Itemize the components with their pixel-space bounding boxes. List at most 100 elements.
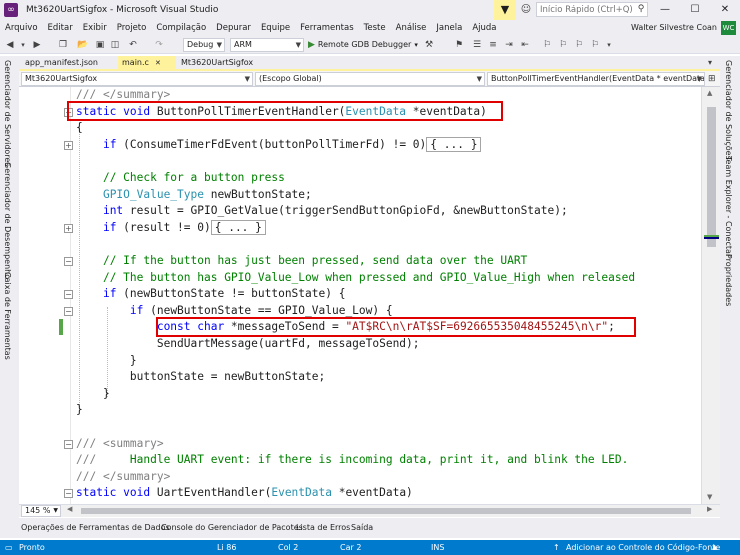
indent-icon[interactable]: ⇥	[502, 37, 516, 53]
tab-solution-explorer[interactable]: Gerenciador de Soluções	[724, 60, 733, 160]
nav-bookmark-icon[interactable]: ⚐	[540, 37, 554, 53]
attach-icon[interactable]: ⚒	[422, 37, 436, 53]
menu-depurar[interactable]: Depurar	[211, 20, 256, 36]
config-select[interactable]: Debug ▼	[183, 38, 225, 52]
bookmark-icon[interactable]: ⚑	[452, 37, 466, 53]
zoom-select[interactable]: 145 % ▼	[21, 505, 61, 517]
config-value: Debug	[187, 40, 214, 49]
collapse-icon[interactable]: −	[64, 439, 73, 449]
member-dropdown[interactable]: ButtonPollTimerEventHandler(EventData * …	[487, 72, 705, 86]
minimize-icon[interactable]: —	[650, 0, 680, 20]
scroll-thumb[interactable]	[81, 508, 691, 514]
back-icon[interactable]: ◀	[3, 37, 17, 53]
tab-app-manifest[interactable]: app_manifest.json	[21, 56, 117, 69]
save-icon[interactable]: ▣	[93, 37, 107, 53]
collapsed-region[interactable]: { ... }	[210, 219, 266, 235]
source-control-button[interactable]: Adicionar ao Controle do Código-Fonte	[566, 540, 720, 555]
doc-comment: ///	[76, 469, 97, 483]
feedback-icon[interactable]: ☺	[519, 0, 533, 20]
menu-ajuda[interactable]: Ajuda	[467, 20, 501, 36]
tab-label: Mt3620UartSigfox	[181, 58, 254, 67]
maximize-icon[interactable]: ☐	[680, 0, 710, 20]
user-name[interactable]: Walter Silvestre Coan	[631, 20, 717, 36]
collapse-icon[interactable]: −	[64, 290, 73, 300]
new-project-icon[interactable]: ❐	[56, 37, 70, 53]
scope-dropdown[interactable]: (Escopo Global) ▼	[255, 72, 485, 86]
code-line: + if (ConsumeTimerFdEvent(buttonPollTime…	[19, 136, 699, 154]
split-icon[interactable]: ⊞	[708, 72, 716, 86]
forward-icon[interactable]: ▶	[30, 37, 44, 53]
tab-server-explorer[interactable]: Gerenciador de Servidores	[3, 60, 12, 167]
menu-arquivo[interactable]: Arquivo	[0, 20, 43, 36]
save-all-icon[interactable]: ◫	[108, 37, 122, 53]
chevron-down-icon[interactable]: ▾	[18, 37, 28, 53]
quick-launch-input[interactable]	[536, 2, 648, 17]
close-icon[interactable]: ✕	[710, 0, 740, 20]
chevron-up-icon[interactable]: ▲	[712, 540, 717, 555]
menu-compilacao[interactable]: Compilação	[151, 20, 211, 36]
filter-icon[interactable]: ▼	[494, 0, 516, 20]
menu-editar[interactable]: Editar	[43, 20, 78, 36]
tab-team-explorer[interactable]: Team Explorer - Conectar	[724, 156, 733, 257]
doc-comment: ///	[76, 453, 97, 467]
collapse-icon[interactable]: −	[64, 489, 73, 499]
scroll-left-icon[interactable]: ◀	[67, 505, 72, 513]
collapsed-region[interactable]: { ... }	[426, 136, 482, 152]
outdent-icon[interactable]: ⇤	[518, 37, 532, 53]
menu-projeto[interactable]: Projeto	[112, 20, 152, 36]
tab-project[interactable]: Mt3620UartSigfox	[177, 56, 273, 69]
platform-select[interactable]: ARM ▼	[230, 38, 304, 52]
prev-bookmark-icon[interactable]: ⚐	[556, 37, 570, 53]
collapse-icon[interactable]: −	[64, 107, 73, 117]
tab-label: main.c	[122, 58, 149, 67]
expand-icon[interactable]: +	[64, 223, 73, 233]
collapse-icon[interactable]: −	[64, 306, 73, 316]
tab-properties[interactable]: Propriedades	[724, 254, 733, 306]
chevron-down-icon: ▼	[295, 41, 301, 49]
scroll-down-icon[interactable]: ▼	[707, 493, 712, 501]
menu-equipe[interactable]: Equipe	[256, 20, 295, 36]
project-dropdown[interactable]: Mt3620UartSigfox ▼	[21, 72, 253, 86]
avatar[interactable]: WC	[721, 21, 736, 35]
uncomment-icon[interactable]: ≡	[486, 37, 500, 53]
menu-janela[interactable]: Janela	[431, 20, 467, 36]
redo-icon[interactable]: ↷	[152, 37, 166, 53]
tab-output[interactable]: Saída	[351, 518, 373, 538]
code-line: SendUartMessage(uartFd, messageToSend);	[19, 336, 699, 353]
undo-icon[interactable]: ↶	[126, 37, 140, 53]
code-editor[interactable]: /// </summary> − static void ButtonPollT…	[19, 87, 720, 504]
code-line: − if (newButtonState == GPIO_Value_Low) …	[19, 303, 699, 320]
vertical-scrollbar[interactable]: ▲ ▼	[701, 87, 720, 504]
chevron-down-icon[interactable]: ▾	[708, 56, 712, 69]
scroll-right-icon[interactable]: ▶	[707, 505, 712, 513]
horizontal-scrollbar[interactable]: 145 % ▼ ◀ ▶	[19, 504, 720, 517]
scroll-thumb[interactable]	[707, 107, 716, 247]
tab-toolbox[interactable]: Caixa de Ferramentas	[3, 272, 12, 360]
tab-package-manager[interactable]: Console do Gerenciador de Pacotes	[161, 518, 303, 538]
tab-data-tools[interactable]: Operações de Ferramentas de Dados	[21, 518, 170, 538]
tab-main-c[interactable]: main.c ✕	[118, 56, 176, 69]
code-line: /// </summary>	[19, 87, 699, 104]
tab-performance-explorer[interactable]: Gerenciador de Desempenho	[3, 162, 12, 279]
menu-ferramentas[interactable]: Ferramentas	[295, 20, 359, 36]
code-line: }	[19, 402, 699, 419]
clear-bookmark-icon[interactable]: ⚐	[588, 37, 602, 53]
chevron-down-icon: ▼	[244, 75, 250, 83]
open-folder-icon[interactable]: 📂	[76, 37, 90, 53]
close-icon[interactable]: ✕	[155, 59, 161, 67]
search-icon[interactable]: ⚲	[634, 2, 648, 17]
menu-exibir[interactable]: Exibir	[78, 20, 112, 36]
toolbar-overflow-icon[interactable]: ▾	[604, 37, 614, 53]
scroll-up-icon[interactable]: ▲	[707, 89, 712, 97]
collapse-icon[interactable]: −	[64, 257, 73, 266]
start-debug-button[interactable]: ▶ Remote GDB Debugger ▾	[308, 37, 418, 53]
comment-icon[interactable]: ☰	[470, 37, 484, 53]
parameter: *eventData)	[406, 104, 487, 118]
tab-error-list[interactable]: Lista de Erros	[296, 518, 350, 538]
code-text: (newButtonState != buttonState) {	[116, 287, 346, 301]
next-bookmark-icon[interactable]: ⚐	[572, 37, 586, 53]
menu-teste[interactable]: Teste	[359, 20, 391, 36]
code-text: (newButtonState == GPIO_Value_Low) {	[143, 303, 393, 317]
expand-icon[interactable]: +	[64, 140, 73, 150]
menu-analise[interactable]: Análise	[391, 20, 432, 36]
